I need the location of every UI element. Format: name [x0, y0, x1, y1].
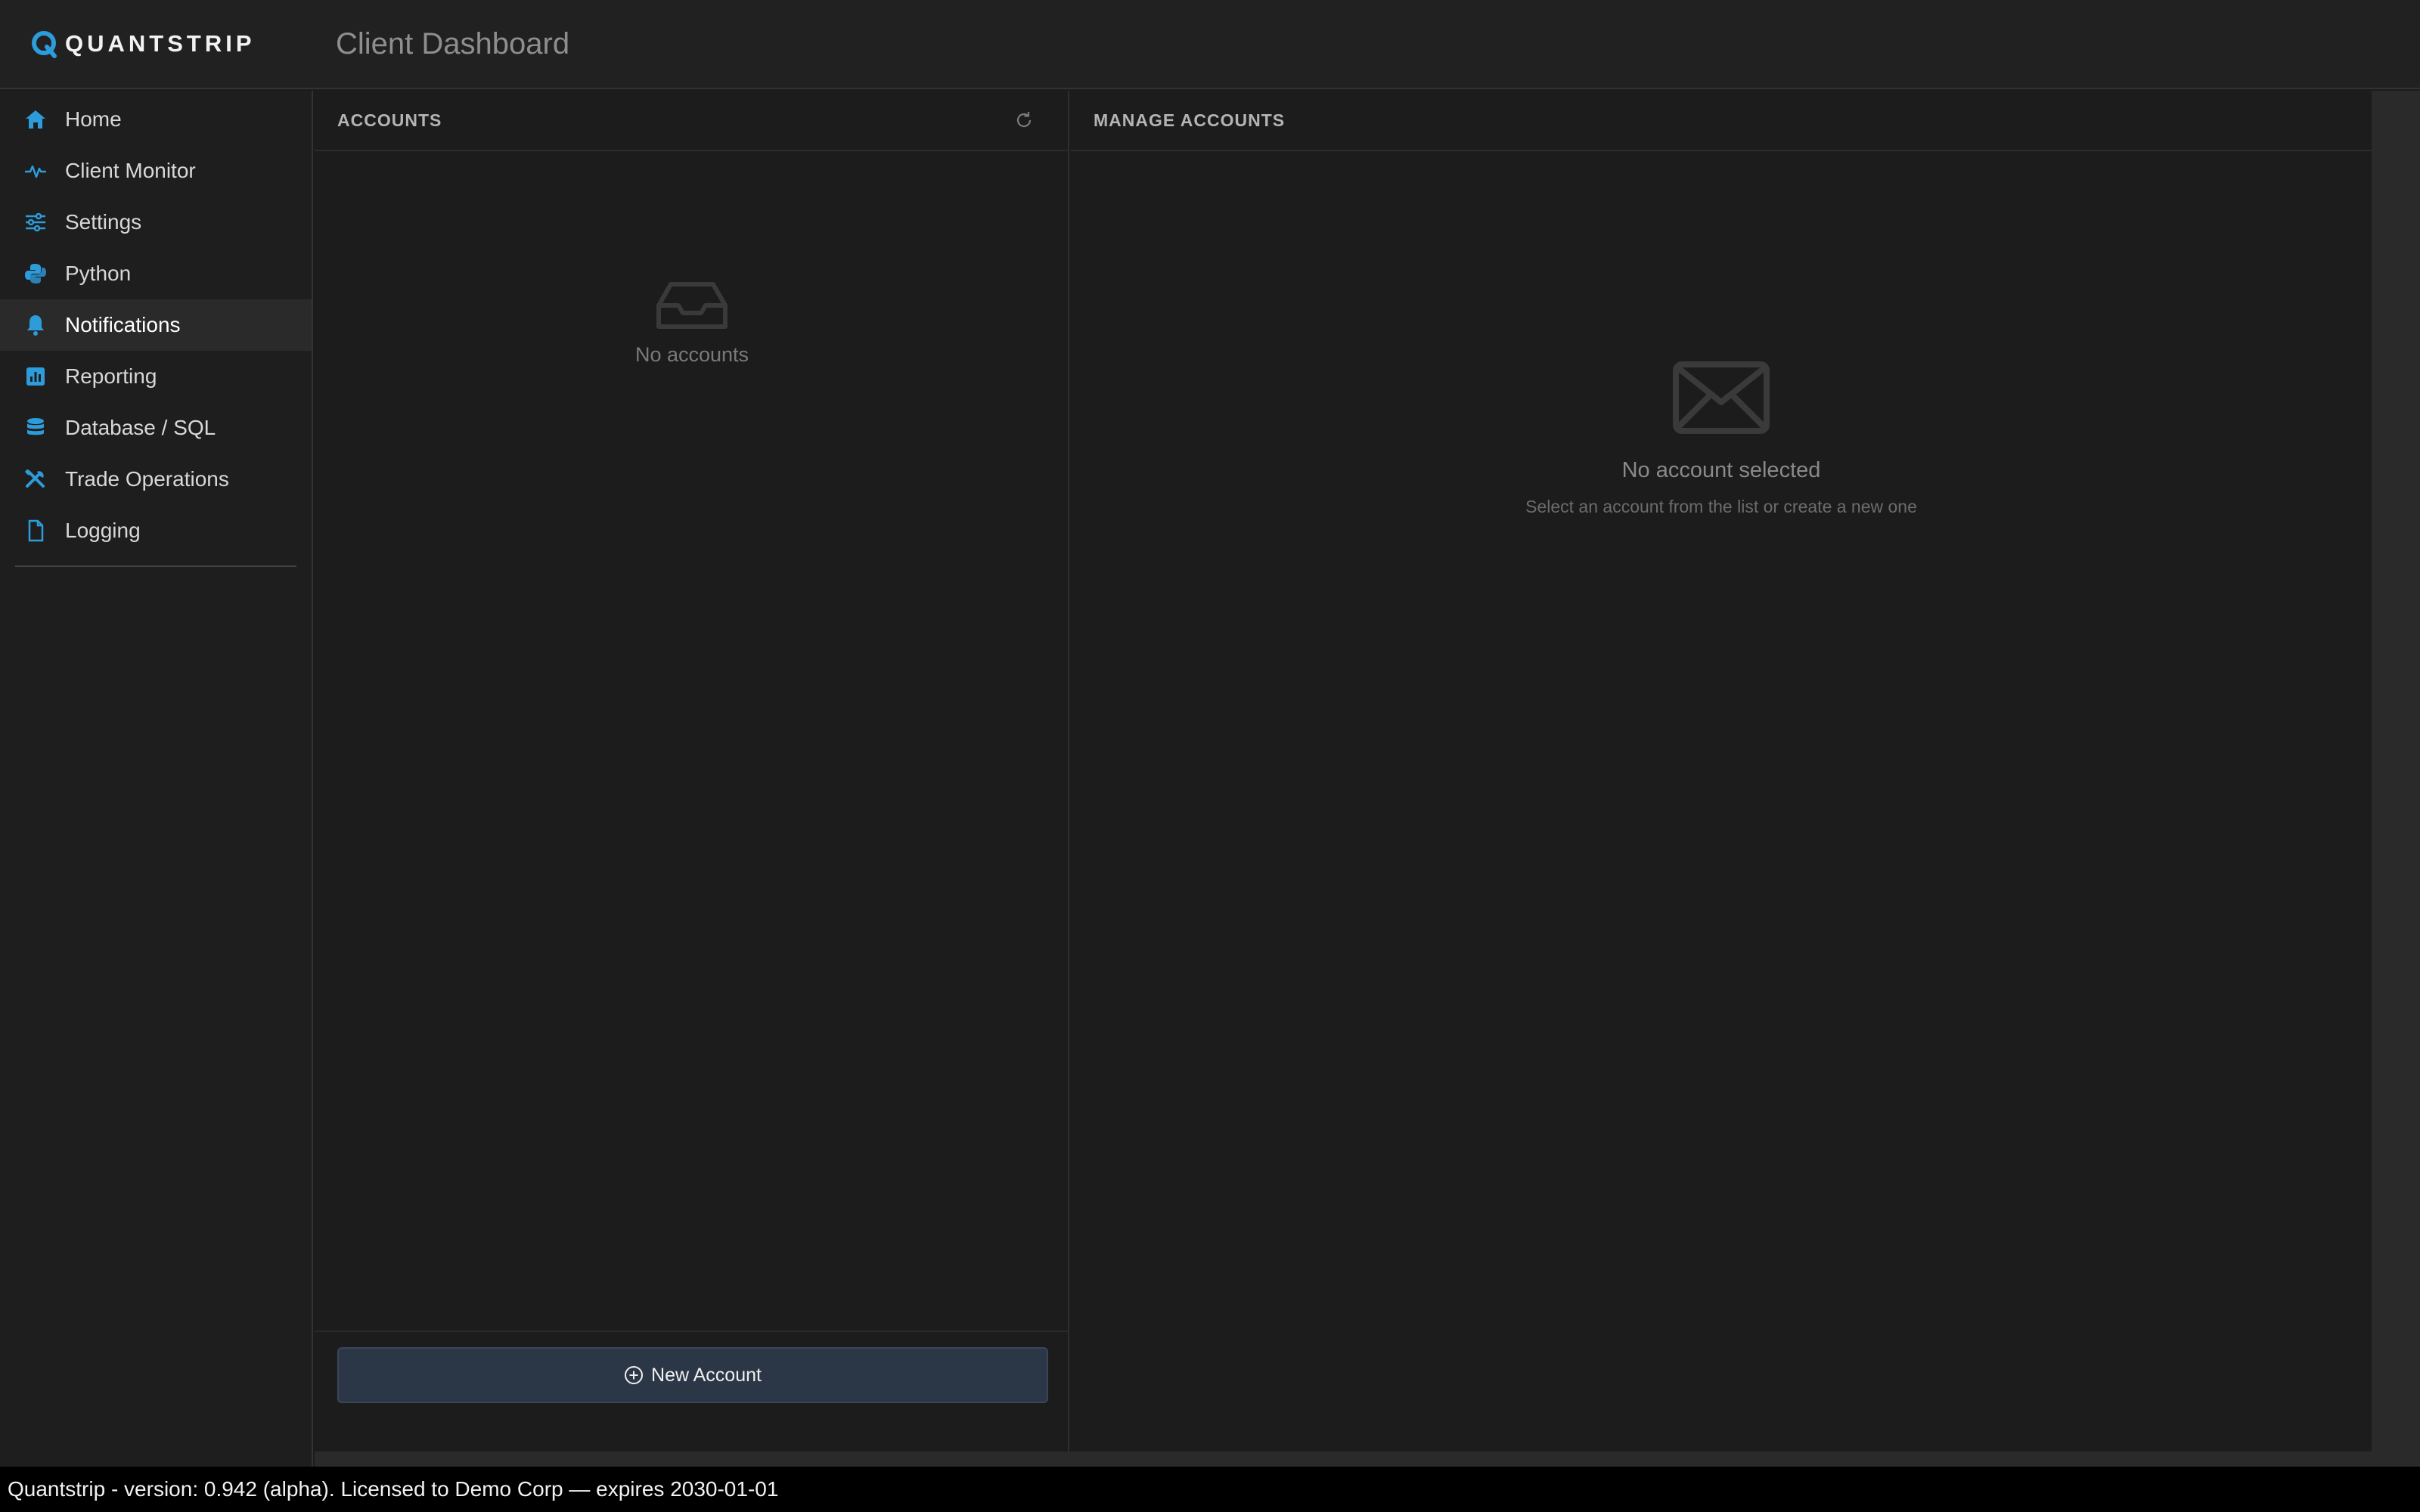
sidebar-item-logging[interactable]: Logging: [0, 505, 312, 556]
database-icon: [23, 415, 48, 441]
accounts-empty-state: No accounts: [315, 280, 1069, 367]
sidebar-item-label: Settings: [65, 210, 142, 234]
app-window: QUANTSTRIP Client Dashboard Home Client …: [0, 0, 2420, 1512]
sidebar: Home Client Monitor Settings Python Noti…: [0, 91, 313, 1467]
select-account-hint: Select an account from the list or creat…: [1525, 497, 1917, 516]
manage-accounts-header: MANAGE ACCOUNTS: [1071, 91, 2372, 151]
no-accounts-text: No accounts: [634, 343, 749, 366]
sidebar-item-label: Logging: [65, 519, 141, 542]
no-account-selected-text: No account selected: [1621, 458, 1821, 482]
python-icon: [23, 261, 48, 287]
plus-circle-icon: [625, 1366, 644, 1384]
sidebar-item-label: Notifications: [65, 313, 181, 336]
sidebar-item-notifications[interactable]: Notifications: [0, 299, 312, 351]
status-bar: Quantstrip - version: 0.942 (alpha). Lic…: [0, 1467, 2420, 1512]
accounts-footer: New Account: [315, 1331, 1069, 1452]
manage-empty-state: No account selected Select an account fr…: [1071, 360, 2372, 517]
home-icon: [23, 107, 48, 132]
sidebar-item-database-sql[interactable]: Database / SQL: [0, 402, 312, 454]
accounts-panel-header: ACCOUNTS: [315, 91, 1068, 151]
vertical-scrollbar[interactable]: [2372, 91, 2420, 1452]
sidebar-divider: [15, 565, 296, 567]
envelope-icon: [1673, 361, 1770, 434]
sidebar-item-label: Client Monitor: [65, 159, 196, 182]
pulse-icon: [23, 158, 48, 184]
sidebar-item-label: Trade Operations: [65, 467, 229, 491]
bell-icon: [23, 312, 48, 338]
tools-icon: [23, 466, 48, 492]
status-text: Quantstrip - version: 0.942 (alpha). Lic…: [8, 1477, 779, 1501]
top-header: QUANTSTRIP Client Dashboard: [0, 0, 2420, 89]
sidebar-item-trade-operations[interactable]: Trade Operations: [0, 454, 312, 505]
bar-chart-icon: [23, 364, 48, 389]
sidebar-item-label: Database / SQL: [65, 416, 216, 439]
new-account-button[interactable]: New Account: [337, 1347, 1048, 1403]
app-logo[interactable]: QUANTSTRIP: [29, 29, 336, 59]
refresh-icon[interactable]: [1013, 110, 1035, 131]
sliders-icon: [23, 209, 48, 235]
sidebar-item-python[interactable]: Python: [0, 248, 312, 299]
sidebar-item-client-monitor[interactable]: Client Monitor: [0, 145, 312, 197]
logo-text: QUANTSTRIP: [65, 30, 256, 57]
sidebar-item-reporting[interactable]: Reporting: [0, 351, 312, 402]
file-icon: [23, 518, 48, 544]
sidebar-item-settings[interactable]: Settings: [0, 197, 312, 248]
manage-accounts-panel: MANAGE ACCOUNTS No account selected Sele…: [1071, 91, 2372, 1452]
manage-accounts-title: MANAGE ACCOUNTS: [1094, 110, 1286, 130]
sidebar-item-home[interactable]: Home: [0, 94, 312, 145]
inbox-icon: [656, 282, 728, 329]
accounts-panel: ACCOUNTS No accounts New Account: [315, 91, 1069, 1452]
logo-q-icon: [32, 31, 57, 58]
horizontal-scrollbar[interactable]: [315, 1452, 2420, 1467]
sidebar-item-label: Python: [65, 262, 132, 285]
new-account-label: New Account: [651, 1364, 762, 1386]
sidebar-item-label: Reporting: [65, 364, 157, 388]
sidebar-item-label: Home: [65, 107, 122, 131]
accounts-title: ACCOUNTS: [337, 110, 442, 130]
page-title: Client Dashboard: [336, 26, 570, 60]
